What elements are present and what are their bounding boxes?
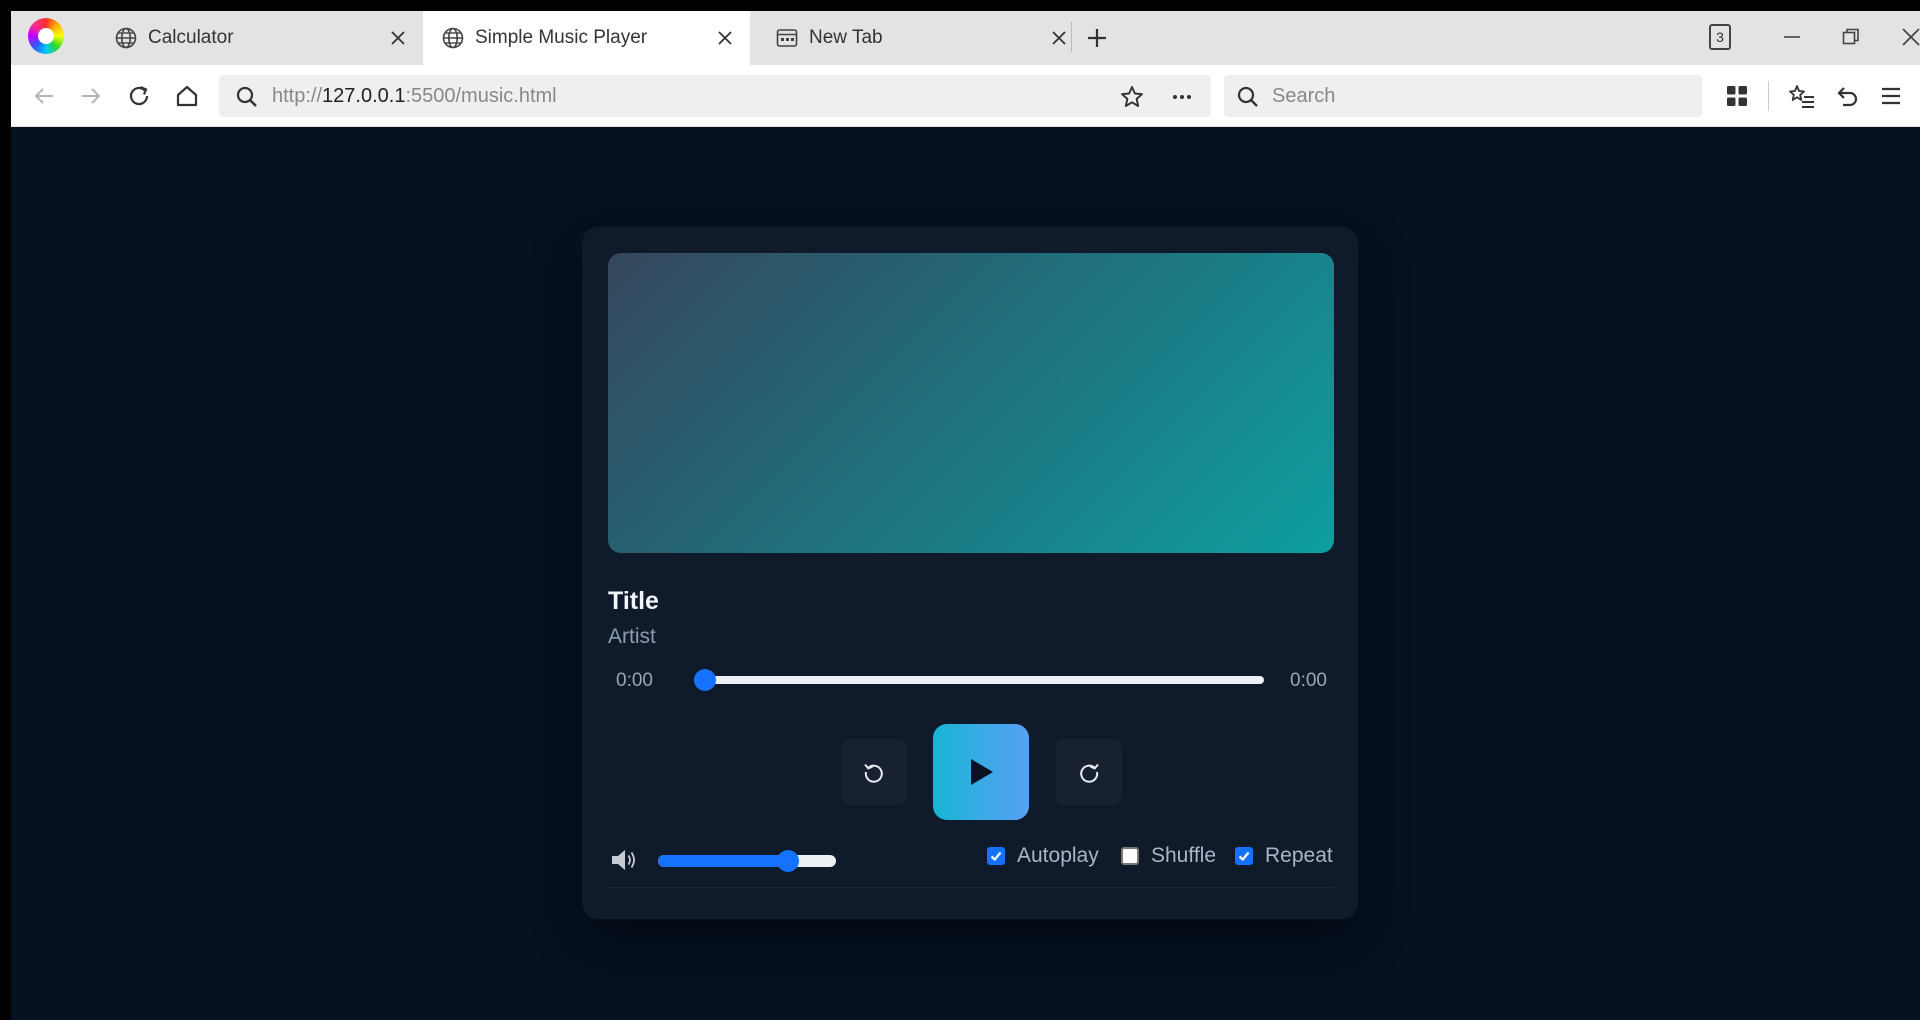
back-arrow-icon[interactable] — [29, 81, 59, 111]
bookmark-star-icon[interactable] — [1119, 84, 1145, 110]
progress-thumb[interactable] — [694, 669, 716, 691]
menu-hamburger-icon[interactable] — [1876, 81, 1906, 111]
card-divider — [608, 887, 1334, 888]
globe-icon — [442, 27, 464, 49]
url-path: :5500/music.html — [405, 85, 557, 107]
tab-new-tab[interactable]: New Tab — [757, 11, 1084, 65]
search-field[interactable]: Search — [1224, 75, 1702, 117]
tab-count-badge[interactable]: 3 — [1709, 24, 1731, 50]
tab-label: Calculator — [148, 27, 234, 48]
restore-icon[interactable] — [1837, 23, 1865, 51]
repeat-checkbox[interactable] — [1235, 847, 1253, 865]
rewind-icon — [864, 763, 883, 783]
navigation-bar: http://127.0.0.1:5500/music.html Search — [11, 65, 1920, 127]
tab-calculator[interactable]: Calculator — [96, 11, 423, 65]
url-host: 127.0.0.1 — [322, 85, 406, 107]
apps-grid-icon[interactable] — [1722, 81, 1752, 111]
tab-label: New Tab — [809, 27, 883, 48]
play-button[interactable] — [933, 724, 1029, 820]
new-tab-plus-icon[interactable] — [1084, 25, 1110, 51]
fast-forward-icon — [1080, 763, 1099, 783]
close-tab-icon[interactable] — [714, 27, 736, 49]
volume-fill — [658, 855, 788, 867]
volume-thumb[interactable] — [776, 850, 799, 872]
tab-label: Simple Music Player — [475, 27, 648, 48]
current-time: 0:00 — [616, 670, 653, 691]
song-title: Title — [608, 587, 659, 615]
undo-icon[interactable] — [1831, 81, 1861, 111]
new-tab-page-icon — [776, 29, 798, 47]
toolbar-separator — [1768, 81, 1769, 111]
album-cover — [608, 253, 1334, 553]
checkmark-icon — [990, 851, 1002, 862]
close-window-icon[interactable] — [1897, 23, 1920, 51]
song-artist: Artist — [608, 625, 656, 648]
close-tab-icon[interactable] — [1048, 27, 1070, 49]
forward-arrow-icon[interactable] — [76, 81, 106, 111]
shuffle-label: Shuffle — [1151, 844, 1216, 867]
reload-icon[interactable] — [124, 81, 154, 111]
shuffle-option[interactable]: Shuffle — [1121, 844, 1216, 868]
volume-icon[interactable] — [608, 845, 638, 875]
tab-simple-music-player[interactable]: Simple Music Player — [423, 11, 750, 65]
globe-icon — [115, 27, 137, 49]
favorites-list-icon[interactable] — [1787, 81, 1817, 111]
close-tab-icon[interactable] — [387, 27, 409, 49]
tab-strip: Calculator Simple Music Player New Tab 3 — [11, 11, 1920, 65]
search-icon — [1237, 86, 1258, 107]
checkmark-icon — [1238, 851, 1250, 862]
home-icon[interactable] — [172, 81, 202, 111]
search-placeholder: Search — [1272, 85, 1336, 107]
url-text: http://127.0.0.1:5500/music.html — [272, 85, 557, 108]
forward-button[interactable] — [1056, 739, 1122, 805]
browser-logo-icon[interactable] — [28, 18, 64, 54]
repeat-label: Repeat — [1265, 844, 1333, 867]
duration-time: 0:00 — [1290, 670, 1327, 691]
search-icon — [236, 86, 257, 107]
rewind-button[interactable] — [841, 739, 907, 805]
tab-separator — [1071, 22, 1072, 52]
play-icon — [971, 759, 993, 785]
more-options-icon[interactable] — [1169, 84, 1195, 110]
minimize-icon[interactable] — [1778, 23, 1806, 51]
autoplay-checkbox[interactable] — [987, 847, 1005, 865]
url-scheme: http:// — [272, 85, 323, 107]
shuffle-checkbox[interactable] — [1121, 847, 1139, 865]
address-bar[interactable]: http://127.0.0.1:5500/music.html — [219, 75, 1211, 117]
browser-window: Calculator Simple Music Player New Tab 3… — [11, 11, 1920, 1020]
autoplay-option[interactable]: Autoplay — [987, 844, 1099, 868]
autoplay-label: Autoplay — [1017, 844, 1099, 867]
repeat-option[interactable]: Repeat — [1235, 844, 1333, 868]
progress-slider[interactable] — [694, 669, 1264, 691]
volume-slider[interactable] — [658, 850, 836, 872]
music-player-card: Title Artist 0:00 0:00 Autoplay Shuffle … — [582, 227, 1358, 919]
